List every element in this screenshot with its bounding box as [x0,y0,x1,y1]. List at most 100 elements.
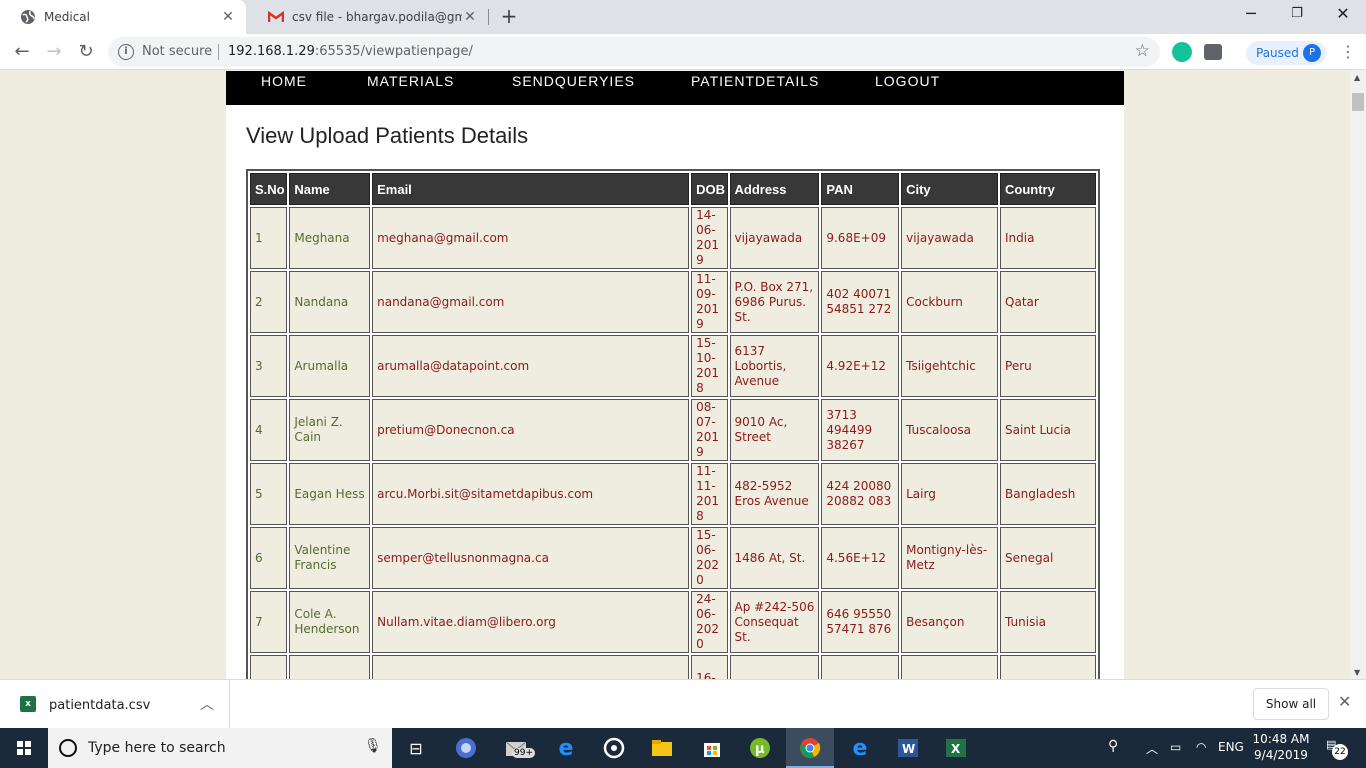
url-text[interactable]: 192.168.1.29:65535/viewpatienpage/ [228,44,473,59]
cell-country: Saint Lucia [1000,399,1096,461]
excel-icon[interactable]: X [944,736,968,760]
table-row: 2 Nandana nandana@gmail.com 11-09-2019 P… [250,271,1096,333]
microphone-icon[interactable]: 🎙 [364,738,382,754]
cell-city: Tuscaloosa [901,399,999,461]
browser-app-icon[interactable] [454,736,478,760]
nav-materials[interactable]: MATERIALS [367,73,454,89]
store-icon[interactable] [700,736,724,760]
patients-table: S.No Name Email DOB Address PAN City Cou… [248,171,1098,679]
system-clock[interactable]: 10:48 AM 9/4/2019 [1246,731,1316,763]
forward-arrow-icon[interactable]: → [42,40,66,64]
table-row: 5 Eagan Hess arcu.Morbi.sit@sitametdapib… [250,463,1096,525]
close-shelf-icon[interactable]: ✕ [1338,692,1351,711]
nav-patientdetails[interactable]: PATIENTDETAILS [691,73,819,89]
language-indicator[interactable]: ENG [1218,740,1244,754]
wifi-icon[interactable]: ◠ [1196,740,1206,754]
battery-icon[interactable]: ▭ [1170,740,1181,754]
svg-text:µ: µ [755,742,765,757]
cell-email: pretium@Donecnon.ca [372,399,690,461]
groove-music-icon[interactable] [602,736,626,760]
cell-address: 9010 Ac, Street [729,399,820,461]
download-item[interactable]: x patientdata.csv ︿ [0,680,230,729]
new-tab-button[interactable]: + [498,5,520,27]
word-icon[interactable]: W [896,736,920,760]
page-container: HOME MATERIALS SENDQUERYIES PATIENTDETAI… [226,71,1124,679]
cell-pan: 402 40071 54851 272 [821,271,900,333]
vertical-scrollbar[interactable]: ▲ ▼ [1350,71,1366,679]
cell-city: Cockburn [901,271,999,333]
chrome-icon[interactable] [798,736,822,760]
chevron-up-icon[interactable]: ︿ [1146,740,1158,757]
table-row: 7 Cole A. Henderson Nullam.vitae.diam@li… [250,591,1096,653]
excel-file-icon: x [20,696,36,712]
cell-pan: 646 95550 57471 876 [821,591,900,653]
cell-dob: 15-10-2018 [691,335,728,397]
robot-extension-icon[interactable] [1204,44,1222,60]
tab-gmail[interactable]: csv file - bhargav.podila@gmail.c ✕ [248,0,488,34]
cell-name: Meghana [289,207,371,269]
header-address: Address [729,173,820,205]
taskbar-search-box[interactable]: Type here to search 🎙 [48,728,392,768]
cell-address: 482-5952 Eros Avenue [729,463,820,525]
cell-dob: 11-11-2018 [691,463,728,525]
cell-email: arcu.Morbi.sit@sitametdapibus.com [372,463,690,525]
reload-icon[interactable]: ↻ [74,40,98,64]
window-close-button[interactable]: ✕ [1320,0,1366,30]
nav-home[interactable]: HOME [261,73,307,89]
start-button[interactable] [0,728,48,768]
file-explorer-icon[interactable] [650,736,674,760]
cell-email: Nullam.vitae.diam@libero.org [372,591,690,653]
maximize-button[interactable]: ❐ [1274,0,1320,30]
cell-city: Tsiigehtchic [901,335,999,397]
cell-address: 1486 At, St. [729,527,820,589]
cell-name: Jelani Z. Cain [289,399,371,461]
cell-address: vijayawada [729,207,820,269]
browser-menu-icon[interactable]: ⋮ [1340,42,1356,62]
cell-name: Arumalla [289,335,371,397]
globe-icon [20,9,36,25]
scroll-up-arrow-icon[interactable]: ▲ [1354,73,1360,82]
gmail-icon [268,9,284,25]
mail-app-icon[interactable]: 99+ [504,736,535,760]
close-tab-icon[interactable]: ✕ [462,9,478,25]
close-tab-icon[interactable]: ✕ [220,9,236,25]
scrollbar-thumb[interactable] [1352,93,1364,111]
edge-icon-2[interactable]: e [848,736,872,761]
nav-sendqueryies[interactable]: SENDQUERYIES [512,73,635,89]
cell-email: meghana@gmail.com [372,207,690,269]
profile-avatar: P [1303,44,1321,62]
cell-city: Montigny-lès-Metz [901,527,999,589]
cell-name: Nandana [289,271,371,333]
header-name: Name [289,173,371,205]
chevron-up-icon[interactable]: ︿ [200,694,214,714]
header-pan: PAN [821,173,900,205]
cell-dob: 14-06-2019 [691,207,728,269]
table-row: 4 Jelani Z. Cain pretium@Donecnon.ca 08-… [250,399,1096,461]
tab-strip: Medical ✕ csv file - bhargav.podila@gmai… [0,0,1366,34]
scroll-down-arrow-icon[interactable]: ▼ [1354,668,1360,677]
utorrent-icon[interactable]: µ [748,736,772,760]
omnibox-divider [218,44,219,60]
profile-paused-button[interactable]: Paused P [1246,41,1326,65]
patients-table-wrapper: S.No Name Email DOB Address PAN City Cou… [246,169,1100,679]
url-host: 192.168.1.29 [228,44,315,59]
tab-medical[interactable]: Medical ✕ [0,0,246,34]
minimize-button[interactable]: ─ [1228,0,1274,30]
people-icon[interactable]: ⚲ [1108,738,1118,754]
edge-icon[interactable]: e [554,736,578,761]
cell-country: India [1000,207,1096,269]
action-center-button[interactable]: ▤ 22 [1326,738,1348,760]
info-icon[interactable]: i [118,44,134,60]
cell-country: Tunisia [1000,591,1096,653]
nav-logout[interactable]: LOGOUT [875,73,940,89]
task-view-icon[interactable]: ⊟ [404,736,428,760]
bookmark-star-icon[interactable]: ☆ [1135,41,1150,61]
cell-name: Cole A. Henderson [289,591,371,653]
back-arrow-icon[interactable]: ← [10,40,34,64]
cell-pan: 9.68E+09 [821,207,900,269]
cell-sno: 5 [250,463,288,525]
grammarly-extension-icon[interactable] [1172,42,1192,62]
show-all-button[interactable]: Show all [1253,688,1329,720]
address-bar[interactable]: i Not secure 192.168.1.29:65535/viewpati… [108,37,1160,67]
search-placeholder: Type here to search [88,740,226,756]
